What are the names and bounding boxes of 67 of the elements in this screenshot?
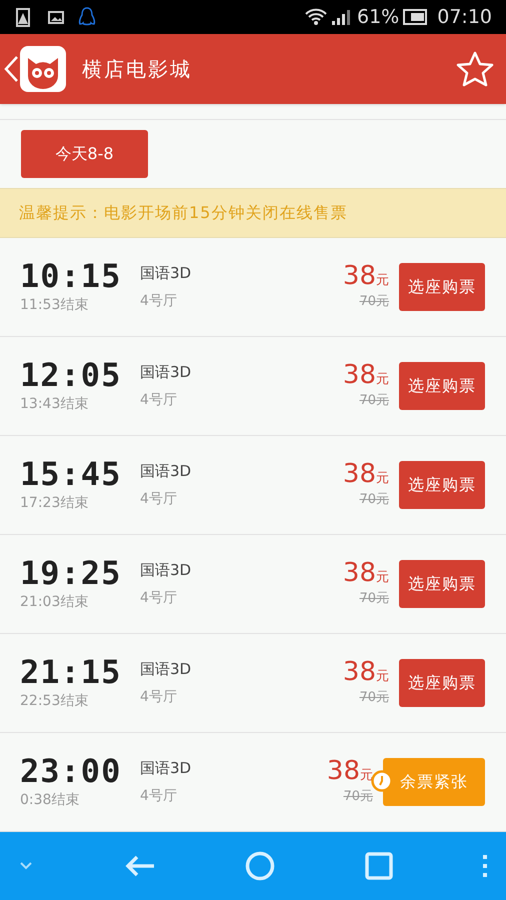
film-format: 国语3D xyxy=(140,659,192,680)
end-time: 0:38结束 xyxy=(20,790,80,810)
notice-text: 温馨提示：电影开场前15分钟关闭在线售票 xyxy=(19,202,348,224)
start-time: 12:05 xyxy=(20,358,122,392)
buy-ticket-button[interactable]: 选座购票 xyxy=(399,263,485,311)
page-title: 横店电影城 xyxy=(82,56,192,83)
price: 38 xyxy=(342,361,376,390)
clock: 07:10 xyxy=(437,4,492,30)
recent-apps-icon[interactable] xyxy=(364,852,392,880)
home-icon[interactable] xyxy=(245,851,275,881)
price-unit: 元 xyxy=(376,370,389,389)
start-time: 10:15 xyxy=(20,258,122,292)
original-price: 70元 xyxy=(359,491,389,510)
original-price: 70元 xyxy=(359,293,389,312)
film-format: 国语3D xyxy=(140,362,192,384)
buy-ticket-button[interactable]: 选座购票 xyxy=(399,560,485,608)
end-time: 21:03结束 xyxy=(20,592,88,612)
film-format: 国语3D xyxy=(140,560,192,582)
hall-name: 4号厅 xyxy=(140,490,177,509)
start-time: 21:15 xyxy=(20,654,122,688)
end-time: 17:23结束 xyxy=(20,494,88,512)
price: 38 xyxy=(342,559,376,588)
original-price: 70元 xyxy=(359,392,389,410)
cat-logo-icon xyxy=(20,46,66,92)
back-arrow-icon[interactable] xyxy=(124,854,156,878)
price: 38 xyxy=(342,262,376,290)
price: 38 xyxy=(342,460,376,488)
hall-name: 4号厅 xyxy=(140,688,177,707)
clock-icon xyxy=(371,770,393,792)
buy-ticket-button[interactable]: 选座购票 xyxy=(399,362,485,410)
hall-name: 4号厅 xyxy=(140,588,177,608)
battery-icon xyxy=(403,9,428,25)
battery-percent: 61% xyxy=(357,4,400,30)
start-time: 23:00 xyxy=(20,754,122,788)
hall-name: 4号厅 xyxy=(140,786,177,806)
battery-warning-icon xyxy=(14,7,32,27)
chevron-down-icon[interactable] xyxy=(18,861,34,871)
start-time: 19:25 xyxy=(20,556,122,590)
original-price: 70元 xyxy=(343,788,373,806)
hall-name: 4号厅 xyxy=(140,292,177,311)
start-time: 15:45 xyxy=(20,456,122,490)
price-unit: 元 xyxy=(376,272,389,290)
more-icon[interactable] xyxy=(482,854,488,878)
penguin-icon xyxy=(78,6,96,28)
original-price: 70元 xyxy=(359,590,389,608)
film-format: 国语3D xyxy=(140,263,192,284)
wifi-icon xyxy=(305,8,327,26)
signal-icon xyxy=(331,8,351,26)
end-time: 11:53结束 xyxy=(20,296,88,314)
buy-ticket-button[interactable]: 选座购票 xyxy=(399,659,485,707)
price-unit: 元 xyxy=(376,668,389,686)
star-icon[interactable] xyxy=(456,51,494,87)
hall-name: 4号厅 xyxy=(140,390,177,410)
film-format: 国语3D xyxy=(140,461,192,482)
end-time: 13:43结束 xyxy=(20,394,88,414)
buy-ticket-button[interactable]: 选座购票 xyxy=(399,461,485,509)
back-icon[interactable] xyxy=(2,54,20,84)
price-unit: 元 xyxy=(360,766,373,785)
price: 38 xyxy=(326,757,360,786)
price: 38 xyxy=(342,658,376,686)
price-unit: 元 xyxy=(376,470,389,488)
date-tab[interactable]: 今天8-8 xyxy=(21,130,148,178)
price-unit: 元 xyxy=(376,568,389,587)
image-icon xyxy=(48,10,64,24)
film-format: 国语3D xyxy=(140,758,192,780)
end-time: 22:53结束 xyxy=(20,692,88,710)
original-price: 70元 xyxy=(359,689,389,708)
